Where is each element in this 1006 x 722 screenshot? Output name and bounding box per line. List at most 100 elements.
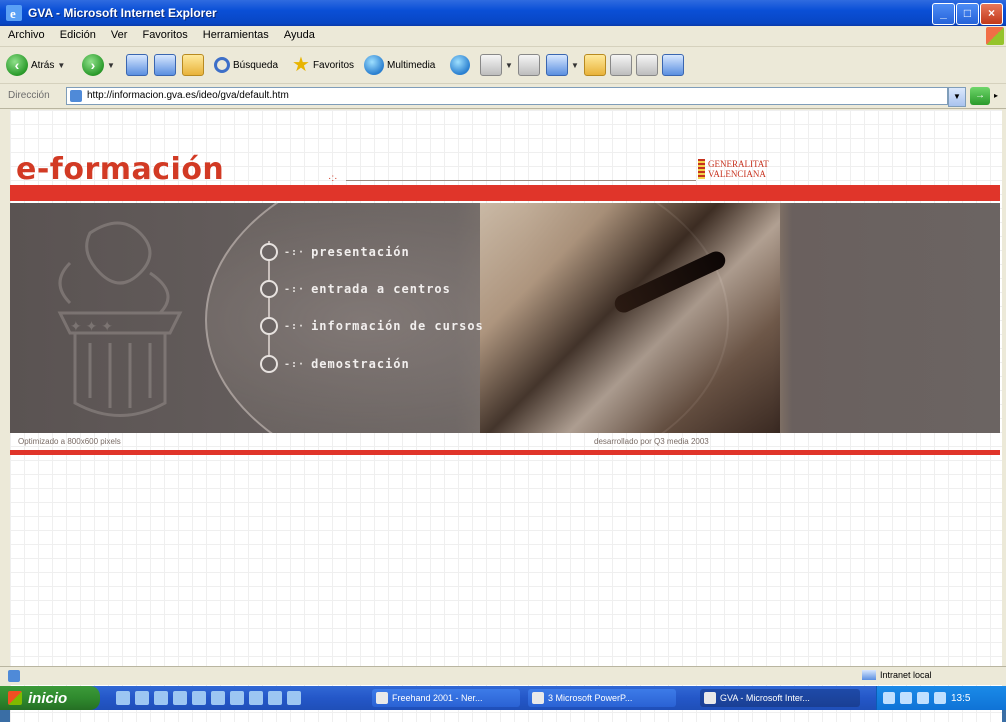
nav-demostracion[interactable]: -:· demostración bbox=[260, 355, 410, 373]
home-icon bbox=[182, 54, 204, 76]
search-button[interactable]: Búsqueda bbox=[214, 53, 278, 77]
extra-icon bbox=[662, 54, 684, 76]
address-dropdown-button[interactable]: ▼ bbox=[948, 87, 966, 107]
page-content: e-formación ·:· GENERALITAT VALENCIANA ✦… bbox=[10, 110, 1002, 722]
quick-launch bbox=[116, 691, 301, 705]
page-status-icon bbox=[8, 670, 20, 682]
intranet-icon bbox=[862, 670, 876, 680]
folder-button[interactable] bbox=[584, 53, 606, 77]
quick-launch-icon[interactable] bbox=[192, 691, 206, 705]
nav-label: demostración bbox=[311, 357, 410, 371]
messenger-icon bbox=[610, 54, 632, 76]
gv-line-2: VALENCIANA bbox=[708, 169, 766, 179]
menu-edicion[interactable]: Edición bbox=[54, 26, 102, 41]
svg-text:e: e bbox=[10, 6, 16, 21]
folder-icon bbox=[584, 54, 606, 76]
footer-optimized-note: Optimizado a 800x600 pixels bbox=[18, 437, 121, 446]
quick-launch-icon[interactable] bbox=[116, 691, 130, 705]
menu-favoritos[interactable]: Favoritos bbox=[136, 26, 193, 41]
clock[interactable]: 13:5 bbox=[951, 693, 970, 704]
maximize-button[interactable]: □ bbox=[956, 3, 979, 25]
home-button[interactable] bbox=[182, 53, 204, 77]
menu-bar: Archivo Edición Ver Favoritos Herramient… bbox=[0, 26, 1006, 47]
footer-credits: desarrollado por Q3 media 2003 bbox=[594, 437, 709, 446]
close-button[interactable]: × bbox=[980, 3, 1003, 25]
taskbar-freehand[interactable]: Freehand 2001 - Ner... bbox=[372, 689, 520, 707]
circle-bullet-icon bbox=[260, 317, 278, 335]
quick-launch-icon[interactable] bbox=[287, 691, 301, 705]
tray-icon[interactable] bbox=[917, 692, 929, 704]
go-button[interactable]: → bbox=[970, 87, 990, 105]
minimize-button[interactable]: _ bbox=[932, 3, 955, 25]
menu-archivo[interactable]: Archivo bbox=[0, 26, 51, 41]
search-label: Búsqueda bbox=[233, 59, 279, 71]
forward-button[interactable]: › ▼ bbox=[82, 53, 115, 77]
nav-informacion-cursos[interactable]: -:· información de cursos bbox=[260, 317, 484, 335]
zone-label: Intranet local bbox=[880, 670, 932, 680]
address-input[interactable]: http://informacion.gva.es/ideo/gva/defau… bbox=[66, 87, 948, 105]
banner-photo bbox=[480, 203, 780, 433]
logo-arrow-icon: ·:· bbox=[328, 173, 338, 184]
tray-icon[interactable] bbox=[900, 692, 912, 704]
toolbar: ‹ Atrás ▼ › ▼ Búsqueda ★ Favoritos Multi… bbox=[0, 47, 1006, 84]
tray-icon[interactable] bbox=[883, 692, 895, 704]
task-label: GVA - Microsoft Inter... bbox=[720, 693, 810, 703]
red-header-band bbox=[10, 185, 1000, 201]
back-label: Atrás bbox=[31, 59, 55, 71]
taskbar-gva-ie[interactable]: GVA - Microsoft Inter... bbox=[700, 689, 860, 707]
taskbar: inicio Freehand 2001 - Ner... 3 Microsof… bbox=[0, 686, 1006, 710]
multimedia-label: Multimedia bbox=[387, 59, 436, 71]
windows-logo-icon bbox=[986, 27, 1004, 45]
chevron-down-icon: ▼ bbox=[107, 60, 115, 70]
quick-launch-icon[interactable] bbox=[268, 691, 282, 705]
svg-text:✦ ✦ ✦: ✦ ✦ ✦ bbox=[70, 318, 113, 334]
mail-button[interactable]: ▼ bbox=[480, 53, 513, 77]
address-url: http://informacion.gva.es/ideo/gva/defau… bbox=[87, 90, 289, 101]
extra-button[interactable] bbox=[662, 53, 684, 77]
menu-ayuda[interactable]: Ayuda bbox=[278, 26, 321, 41]
task-label: Freehand 2001 - Ner... bbox=[392, 693, 483, 703]
quick-launch-icon[interactable] bbox=[135, 691, 149, 705]
quick-launch-icon[interactable] bbox=[230, 691, 244, 705]
favorites-button[interactable]: ★ Favoritos bbox=[292, 53, 354, 77]
chevron-down-icon: ▼ bbox=[571, 60, 579, 70]
history-button[interactable] bbox=[450, 53, 470, 77]
quick-launch-icon[interactable] bbox=[173, 691, 187, 705]
taskbar-powerpoint[interactable]: 3 Microsoft PowerP... bbox=[528, 689, 676, 707]
browser-window: e GVA - Microsoft Internet Explorer _ □ … bbox=[0, 0, 1006, 722]
circle-bullet-icon bbox=[260, 243, 278, 261]
start-button[interactable]: inicio bbox=[0, 686, 100, 710]
edit-icon bbox=[546, 54, 568, 76]
menu-herramientas[interactable]: Herramientas bbox=[197, 26, 275, 41]
stop-button[interactable] bbox=[126, 53, 148, 77]
tray-icon[interactable] bbox=[934, 692, 946, 704]
chevron-down-icon: ▼ bbox=[505, 60, 513, 70]
nav-presentacion[interactable]: -:· presentación bbox=[260, 243, 410, 261]
messenger-button[interactable] bbox=[610, 53, 632, 77]
nav-label: entrada a centros bbox=[311, 282, 451, 296]
research-button[interactable] bbox=[636, 53, 658, 77]
coat-of-arms-icon: ✦ ✦ ✦ bbox=[57, 221, 183, 417]
freehand-icon bbox=[376, 692, 388, 704]
address-label: Dirección bbox=[8, 90, 50, 101]
nav-entrada-centros[interactable]: -:· entrada a centros bbox=[260, 280, 451, 298]
edit-button[interactable]: ▼ bbox=[546, 53, 579, 77]
multimedia-button[interactable]: Multimedia bbox=[364, 53, 435, 77]
refresh-icon bbox=[154, 54, 176, 76]
logo-divider bbox=[346, 180, 696, 181]
star-icon: ★ bbox=[292, 54, 310, 76]
arrow-icon: -:· bbox=[284, 246, 306, 258]
site-logo[interactable]: e-formación bbox=[16, 152, 224, 187]
print-button[interactable] bbox=[518, 53, 540, 77]
quick-launch-icon[interactable] bbox=[249, 691, 263, 705]
quick-launch-icon[interactable] bbox=[154, 691, 168, 705]
window-title: GVA - Microsoft Internet Explorer bbox=[28, 6, 217, 20]
research-icon bbox=[636, 54, 658, 76]
quick-launch-icon[interactable] bbox=[211, 691, 225, 705]
menu-ver[interactable]: Ver bbox=[105, 26, 134, 41]
generalitat-logo[interactable]: GENERALITAT VALENCIANA bbox=[698, 159, 769, 179]
refresh-button[interactable] bbox=[154, 53, 176, 77]
title-bar[interactable]: e GVA - Microsoft Internet Explorer _ □ … bbox=[0, 0, 1006, 26]
back-button[interactable]: ‹ Atrás ▼ bbox=[6, 53, 65, 77]
circle-bullet-icon bbox=[260, 355, 278, 373]
